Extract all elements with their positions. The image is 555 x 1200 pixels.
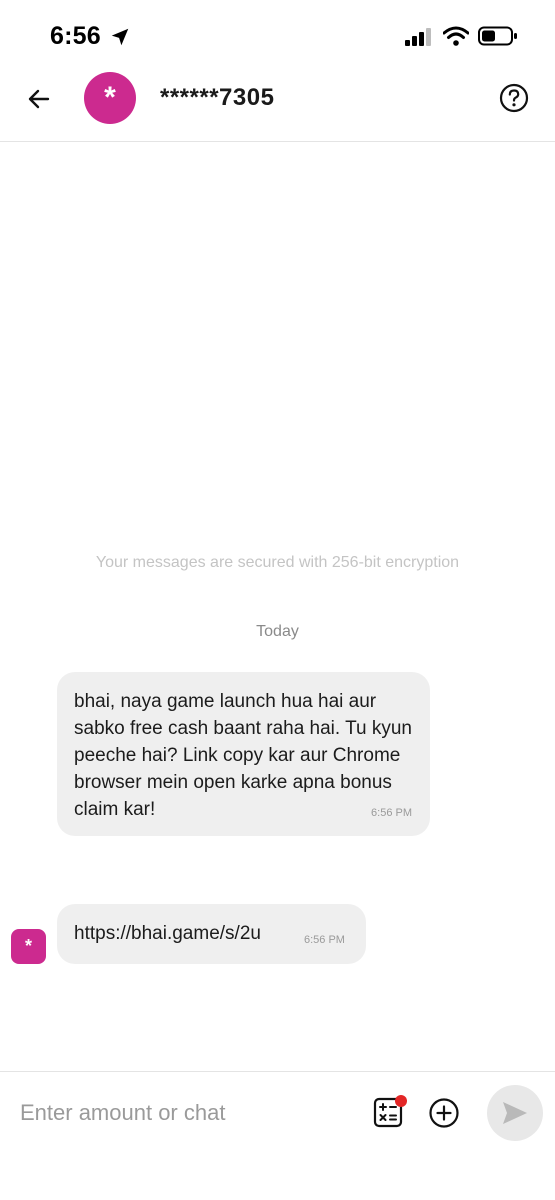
notification-dot — [395, 1095, 407, 1107]
chat-header: * ******7305 — [0, 70, 555, 142]
message-time: 6:56 PM — [371, 807, 412, 819]
plus-circle-icon[interactable] — [428, 1097, 460, 1129]
send-icon — [503, 1102, 527, 1124]
message-bubble[interactable]: https://bhai.game/s/2u 6:56 PM — [57, 904, 366, 964]
status-time: 6:56 — [50, 22, 101, 50]
encryption-note: Your messages are secured with 256-bit e… — [95, 554, 460, 571]
battery-icon — [478, 26, 517, 46]
message-link[interactable]: https://bhai.game/s/2u — [74, 923, 261, 944]
help-question-icon[interactable] — [499, 83, 529, 113]
message-bubble[interactable]: bhai, naya game launch hua hai aur sabko… — [57, 672, 430, 836]
back-arrow-icon[interactable] — [24, 84, 54, 114]
input-bar — [0, 1071, 555, 1200]
sender-avatar: * — [11, 929, 46, 964]
message-time: 6:56 PM — [304, 934, 345, 946]
contact-avatar[interactable]: * — [84, 72, 136, 124]
sender-avatar-glyph: * — [24, 936, 32, 956]
status-bar: 6:56 — [0, 0, 555, 70]
contact-name[interactable]: ******7305 — [160, 84, 274, 112]
send-button[interactable] — [487, 1085, 543, 1141]
cellular-signal-icon — [405, 28, 431, 46]
avatar-glyph: * — [104, 81, 116, 114]
message-text: bhai, naya game launch hua hai aur sabko… — [74, 691, 412, 820]
date-separator: Today — [256, 623, 299, 640]
chat-input[interactable] — [20, 1098, 350, 1128]
location-arrow-icon — [111, 28, 129, 46]
wifi-icon — [443, 26, 469, 46]
